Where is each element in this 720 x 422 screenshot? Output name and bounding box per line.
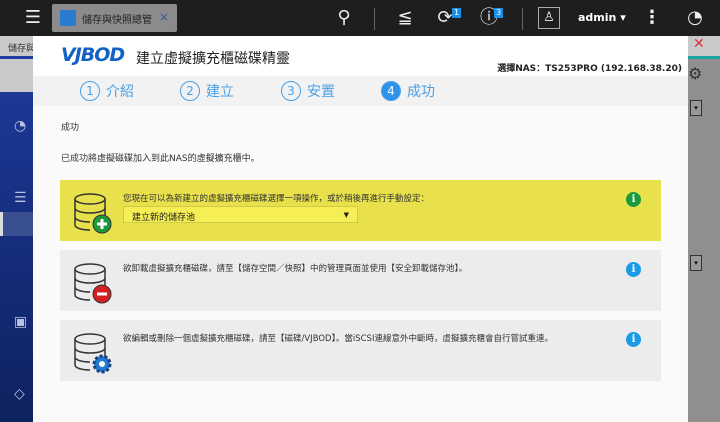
section-title: 成功 [61,123,80,133]
info-icon[interactable]: i [626,262,641,277]
background-dropdown[interactable]: ▾ [690,100,702,116]
info-card: 欲編輯或刪除一個虛擬擴充櫃磁碟，請至【磁碟/VJBOD】。當iSCSI連線意外中… [60,320,661,381]
search-icon[interactable]: ⚲ [333,0,355,36]
step-intro: 1 介紹 [80,80,134,102]
app-tab[interactable]: 儲存與快照總管 × [52,4,177,32]
card-text: 您現在可以為新建立的虛擬擴充櫃磁碟選擇一項操作，或於稍後再進行手動設定： [123,194,430,204]
top-bar: ☰ 儲存與快照總管 × ⚲ ≦ ⟳ 1 ⓘ 3 ♙ admin ▾ ⋮ ◔ [0,0,720,36]
more-icon[interactable]: ⋮ [642,0,662,36]
action-select[interactable]: 建立新的儲存池 ▼ [123,206,358,223]
sidebar [0,59,33,422]
disk-add-icon [74,193,112,234]
success-message: 已成功將虛擬磁碟加入到此NAS的虛擬擴充櫃中。 [61,154,260,164]
external-icon[interactable]: ◇ [14,386,25,402]
vjbod-logo: VJBOD [61,44,125,66]
storage-icon[interactable]: ☰ [14,190,27,206]
dashboard-icon[interactable]: ◔ [684,0,706,36]
menu-icon[interactable]: ☰ [22,0,44,36]
disk-remove-icon [74,263,112,304]
dialog-header: VJBOD 建立虛擬擴充櫃磁碟精靈 選擇NAS：TS253PRO (192.16… [33,36,688,76]
step-place: 3 安置 [281,80,335,102]
wizard-steps: 1 介紹 2 建立 3 安置 4 成功 [33,76,688,106]
selected-nas: 選擇NAS：TS253PRO (192.168.38.20) [497,64,682,74]
background-dropdown[interactable]: ▾ [690,255,702,271]
snapshot-icon[interactable]: ▣ [14,314,27,330]
close-app-icon[interactable]: ✕ [693,36,705,52]
step-create: 2 建立 [180,80,234,102]
close-tab-icon[interactable]: × [159,10,169,24]
card-text: 欲卸載虛擬擴充櫃磁碟，請至【儲存空間／快照】中的管理頁面並使用【安全卸載儲存池】… [123,264,468,274]
app-title: 儲存與 [8,44,36,54]
disk-settings-icon [74,333,112,374]
sidebar-header [0,59,33,92]
info-icon[interactable]: ⓘ [478,0,500,36]
settings-icon[interactable]: ⚙ [688,64,702,83]
vjbod-wizard-dialog: VJBOD 建立虛擬擴充櫃磁碟精靈 選擇NAS：TS253PRO (192.16… [33,36,688,422]
user-menu[interactable]: admin ▾ [578,11,626,24]
tab-label: 儲存與快照總管 [82,15,152,26]
dialog-title: 建立虛擬擴充櫃磁碟精靈 [136,51,290,67]
storage-app-icon [60,10,76,26]
overview-icon[interactable]: ◔ [14,118,26,134]
action-card: 您現在可以為新建立的虛擬擴充櫃磁碟選擇一項操作，或於稍後再進行手動設定： 建立新… [60,180,661,241]
info-badge: 3 [494,8,504,18]
step-success: 4 成功 [381,80,435,102]
select-value: 建立新的儲存池 [132,213,196,223]
info-card: 欲卸載虛擬擴充櫃磁碟，請至【儲存空間／快照】中的管理頁面並使用【安全卸載儲存池】… [60,250,661,311]
notification-icon[interactable]: ⟳ [434,0,456,36]
card-text: 欲編輯或刪除一個虛擬擴充櫃磁碟，請至【磁碟/VJBOD】。當iSCSI連線意外中… [123,334,553,344]
user-avatar-icon[interactable]: ♙ [538,7,560,29]
chevron-down-icon: ▼ [343,211,349,219]
sidebar-item-selected[interactable] [0,212,33,236]
tasks-icon[interactable]: ≦ [394,0,416,36]
username: admin [578,11,617,24]
info-icon[interactable]: i [626,332,641,347]
info-icon[interactable]: i [626,192,641,207]
notification-badge: 1 [452,8,462,18]
